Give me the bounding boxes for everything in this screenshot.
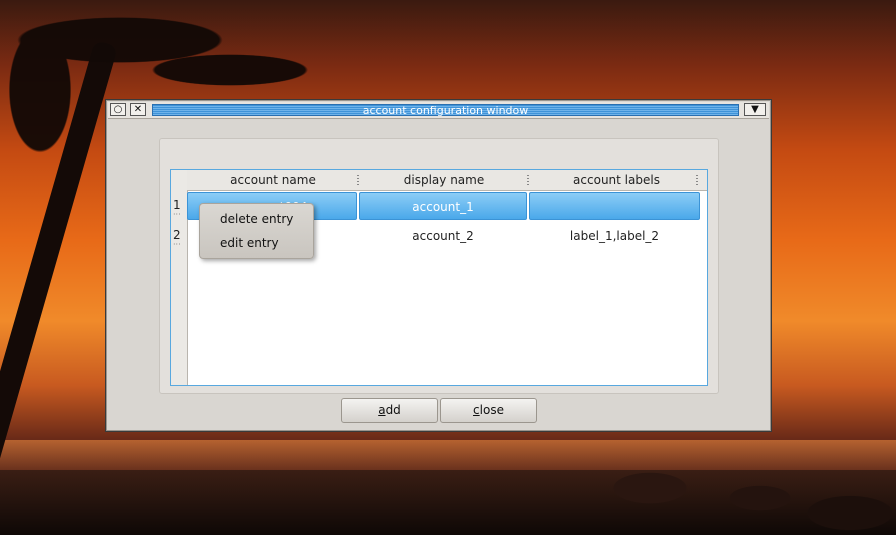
rocks-background	[590, 458, 896, 535]
accounts-table[interactable]: 1 ··· 2 ··· account name display name ac…	[170, 169, 708, 386]
cell-display-name[interactable]: account_2	[359, 222, 527, 250]
cell-account-labels[interactable]: label_1,label_2	[529, 222, 700, 250]
row-header-1[interactable]: 1 ···	[171, 198, 187, 219]
close-button[interactable]: close	[440, 398, 537, 423]
add-button[interactable]: add	[341, 398, 438, 423]
header-account-name[interactable]: account name	[187, 170, 359, 190]
window-title: account configuration window	[362, 104, 529, 117]
table-header: account name display name account labels	[187, 170, 707, 191]
menu-item-delete-entry[interactable]: delete entry	[220, 212, 293, 226]
account-config-window: ○ ✕ account configuration window ▼ 1 ···…	[105, 99, 772, 432]
cell-account-labels[interactable]	[529, 192, 700, 220]
row-header-2[interactable]: 2 ···	[171, 228, 187, 249]
window-menu-icon[interactable]: ▼	[744, 103, 766, 116]
window-close-icon[interactable]: ✕	[130, 103, 146, 116]
menu-item-edit-entry[interactable]: edit entry	[220, 236, 279, 250]
cell-display-name[interactable]: account_1	[359, 192, 527, 220]
header-display-name[interactable]: display name	[359, 170, 529, 190]
title-stripe: account configuration window	[152, 104, 739, 117]
header-account-labels[interactable]: account labels	[529, 170, 704, 190]
context-menu: delete entry edit entry	[199, 203, 314, 259]
header-separator[interactable]	[696, 175, 698, 185]
row-header-column: 1 ··· 2 ···	[171, 170, 188, 385]
window-circle-icon[interactable]: ○	[110, 103, 126, 116]
title-bar[interactable]: ○ ✕ account configuration window ▼	[108, 102, 769, 119]
